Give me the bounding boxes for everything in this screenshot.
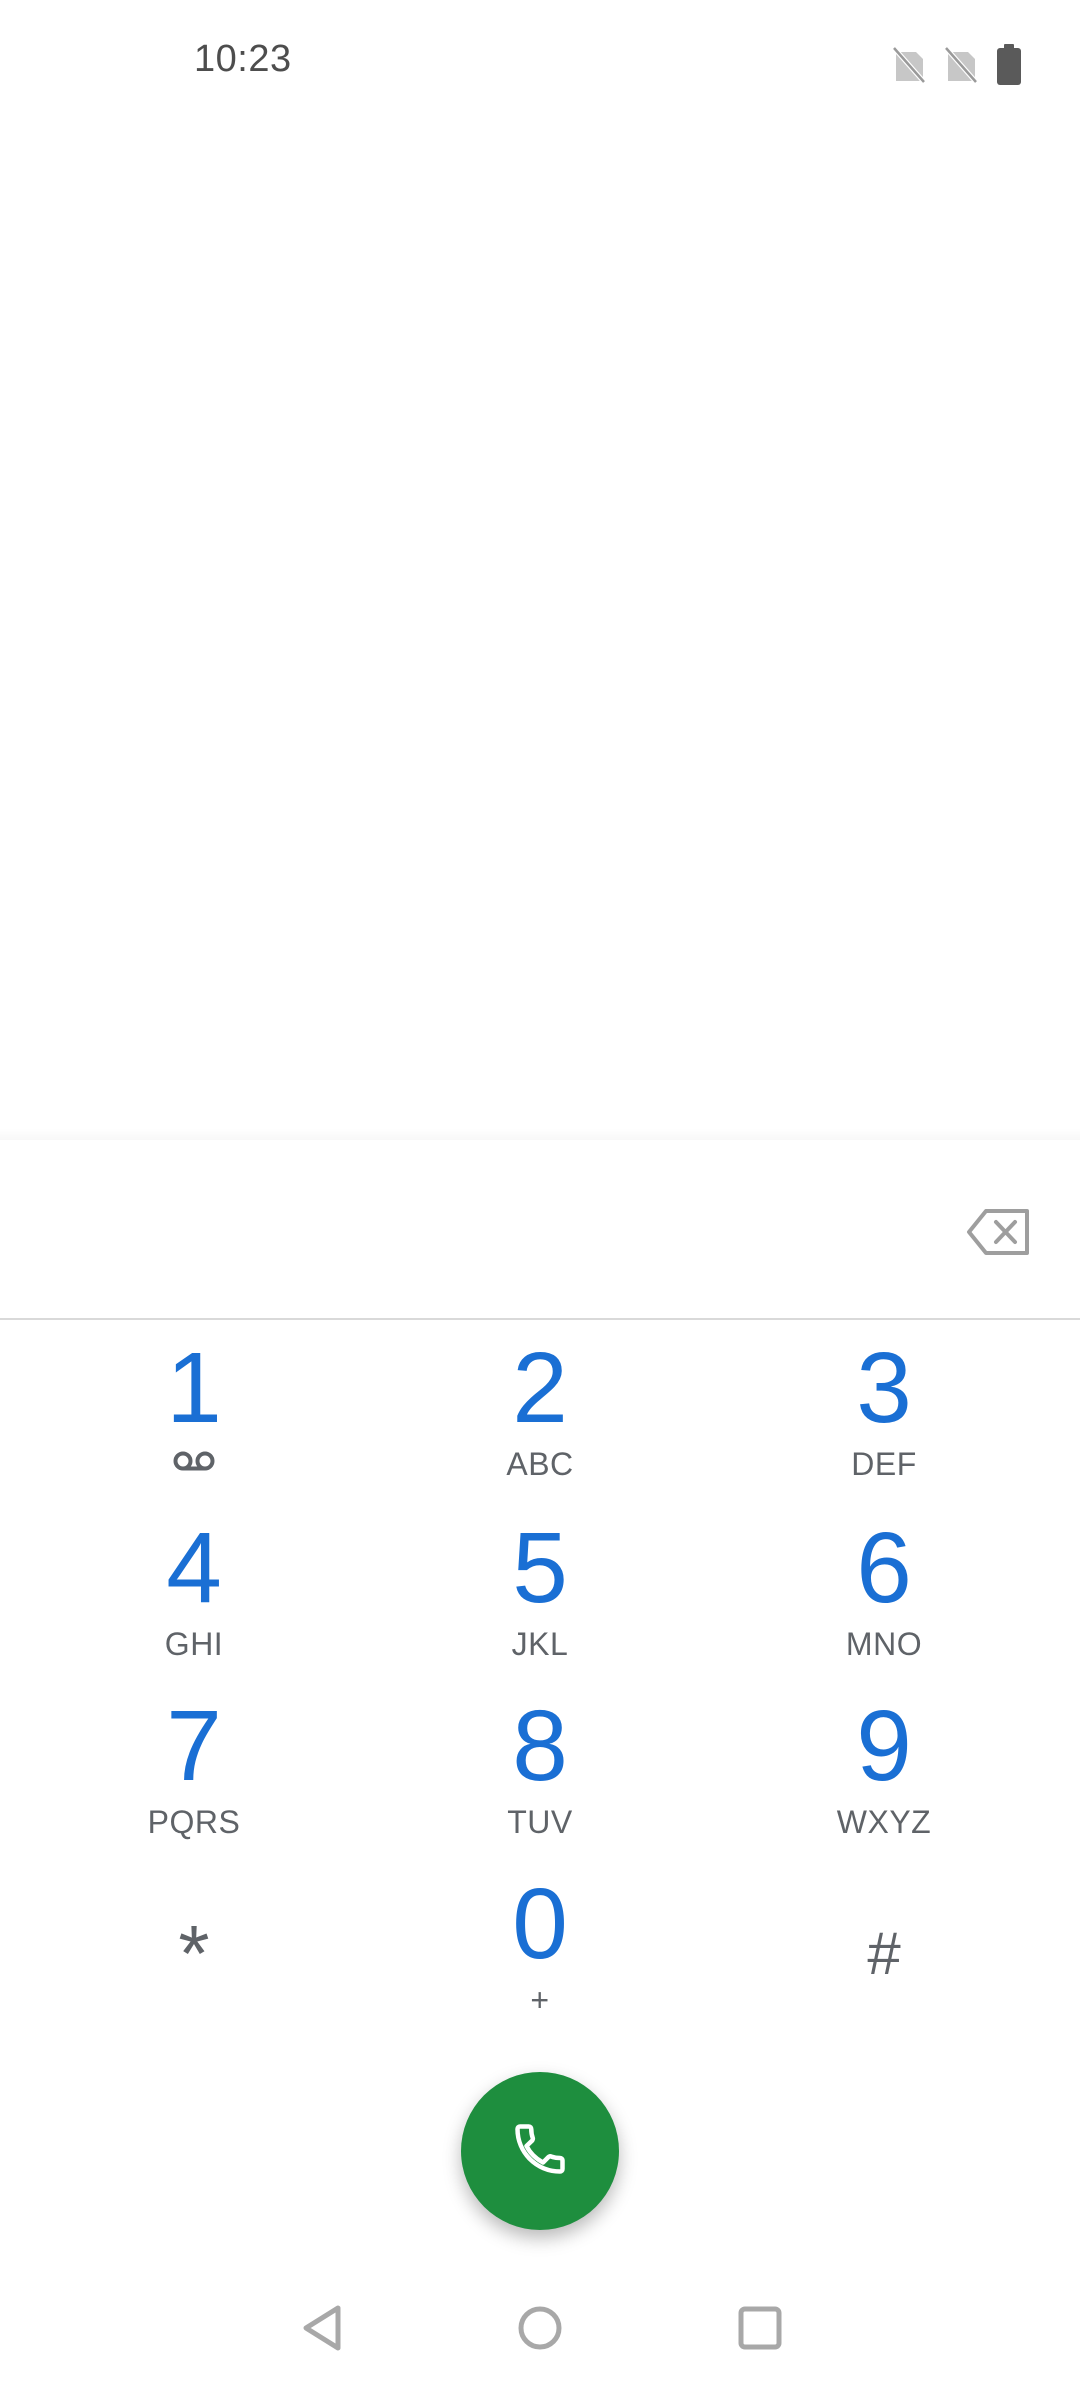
key-digit: 6 (856, 1512, 912, 1624)
key-letters: DEF (851, 1446, 917, 1482)
key-letters: PQRS (147, 1804, 241, 1840)
key-digit: 1 (166, 1332, 222, 1444)
key-hash[interactable]: # (734, 1872, 1034, 2042)
key-letters: ABC (506, 1446, 574, 1482)
keypad: 1 2 ABC 3 DEF 4 GHI 5 JKL 6 MNO 7 PQRS 8… (0, 1336, 1080, 2056)
backspace-button[interactable] (964, 1206, 1034, 1262)
no-sim-icon (944, 46, 978, 84)
key-letters: MNO (845, 1626, 923, 1662)
recents-button[interactable] (728, 2298, 792, 2362)
home-button[interactable] (508, 2298, 572, 2362)
key-7[interactable]: 7 PQRS (44, 1694, 344, 1864)
digits-row (0, 1164, 1080, 1320)
key-letters: JKL (511, 1626, 569, 1662)
key-2[interactable]: 2 ABC (390, 1336, 690, 1506)
key-symbol: # (867, 1920, 901, 1987)
phone-icon (510, 2119, 570, 2184)
key-6[interactable]: 6 MNO (734, 1516, 1034, 1686)
key-digit: 9 (856, 1690, 912, 1802)
key-digit: 4 (166, 1512, 222, 1624)
key-4[interactable]: 4 GHI (44, 1516, 344, 1686)
key-symbol: * (178, 1909, 210, 1998)
key-digit: 0 (512, 1868, 568, 1980)
key-digit: 8 (512, 1690, 568, 1802)
call-log-area (0, 130, 1080, 1140)
back-icon (298, 2302, 346, 2359)
status-icons (892, 44, 1022, 86)
key-letters: + (530, 1982, 550, 2018)
battery-icon (996, 44, 1022, 86)
key-star[interactable]: * (44, 1872, 344, 2042)
recents-icon (736, 2304, 784, 2357)
key-0[interactable]: 0 + (390, 1872, 690, 2042)
digits-input[interactable] (60, 1204, 920, 1284)
key-8[interactable]: 8 TUV (390, 1694, 690, 1864)
call-button[interactable] (461, 2072, 619, 2230)
backspace-icon (966, 1207, 1032, 1262)
key-5[interactable]: 5 JKL (390, 1516, 690, 1686)
key-digit: 5 (512, 1512, 568, 1624)
key-letters: TUV (507, 1804, 573, 1840)
no-sim-icon (892, 46, 926, 84)
navigation-bar (0, 2260, 1080, 2400)
key-3[interactable]: 3 DEF (734, 1336, 1034, 1506)
key-letters: WXYZ (836, 1804, 932, 1840)
back-button[interactable] (290, 2298, 354, 2362)
key-digit: 7 (166, 1690, 222, 1802)
dialer-screen: 10:23 1 2 ABC 3 DEF 4 GHI 5 JKL 6 MNO 7 … (0, 0, 1080, 2400)
home-icon (515, 2303, 565, 2358)
status-clock: 10:23 (194, 38, 292, 80)
key-letters: GHI (164, 1626, 224, 1662)
key-9[interactable]: 9 WXYZ (734, 1694, 1034, 1864)
status-bar: 10:23 (0, 0, 1080, 130)
key-1[interactable]: 1 (44, 1336, 344, 1506)
voicemail-icon (172, 1450, 216, 1477)
key-digit: 2 (512, 1332, 568, 1444)
key-digit: 3 (856, 1332, 912, 1444)
